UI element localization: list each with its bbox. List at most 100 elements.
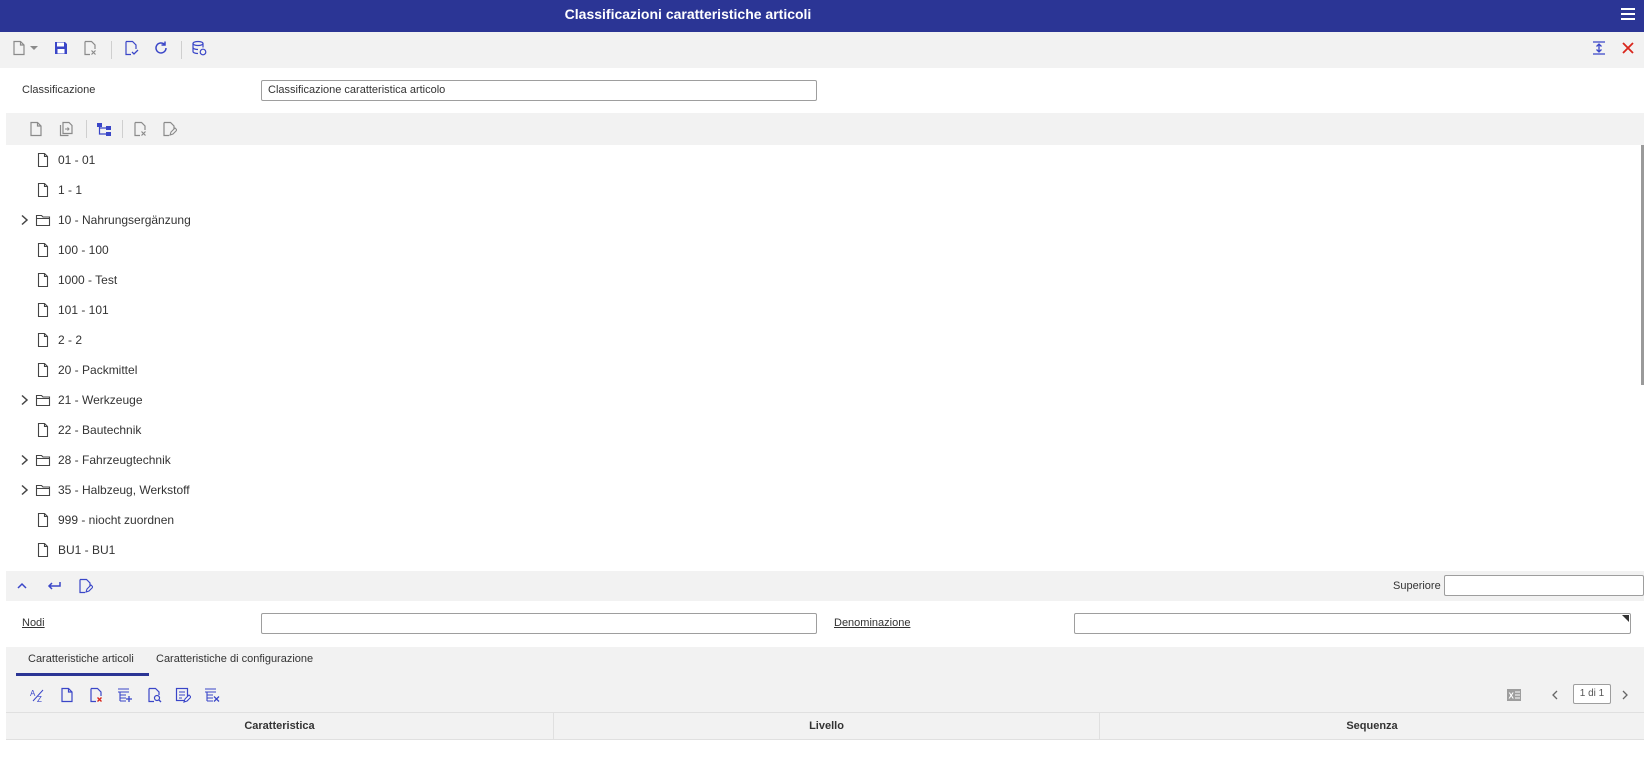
chevron-right-icon[interactable] [19, 213, 31, 227]
page-indicator: 1 di 1 [1573, 684, 1611, 704]
tree-item[interactable]: 101 - 101 [6, 295, 1626, 325]
tabs-bar: Caratteristiche articoli Caratteristiche… [6, 647, 1644, 677]
window-title: Classificazioni caratteristiche articoli [564, 6, 812, 22]
tab-item-characteristics[interactable]: Caratteristiche articoli [28, 653, 134, 665]
tree-item-label: 35 - Halbzeug, Werkstoff [58, 483, 190, 497]
new-row-icon[interactable] [57, 685, 77, 705]
tree-item[interactable]: 20 - Packmittel [6, 355, 1626, 385]
delete-node-icon[interactable] [130, 119, 150, 139]
return-icon[interactable] [44, 576, 64, 596]
chevron-right-icon[interactable] [19, 393, 31, 407]
delete-row-icon[interactable] [86, 685, 106, 705]
file-icon [35, 542, 51, 558]
file-icon [35, 242, 51, 258]
chevron-right-icon[interactable] [19, 453, 31, 467]
hamburger-menu-icon[interactable] [1620, 6, 1636, 22]
nodes-label-text: Nodi [22, 617, 45, 629]
tree-item[interactable]: 22 - Bautechnik [6, 415, 1626, 445]
tree-item[interactable]: 01 - 01 [6, 145, 1626, 175]
title-bar: Classificazioni caratteristiche articoli [0, 0, 1644, 32]
svg-text:A: A [30, 689, 36, 698]
tree-item-label: 2 - 2 [58, 333, 83, 347]
tree-item-label: 1 - 1 [58, 183, 83, 197]
name-field[interactable] [1074, 613, 1631, 634]
chevron-down-icon[interactable] [28, 38, 40, 58]
validate-icon[interactable] [121, 38, 141, 58]
save-icon[interactable] [51, 38, 71, 58]
tree-item-label: 999 - niocht zuordnen [58, 513, 175, 527]
chevron-right-icon[interactable] [19, 483, 31, 497]
chevron-left-icon[interactable] [1545, 685, 1565, 705]
folder-icon [35, 392, 51, 408]
excel-export-icon[interactable]: X [1504, 685, 1524, 705]
file-icon [35, 272, 51, 288]
tree-toolbar [6, 113, 1644, 145]
tree-item[interactable]: BU1 - BU1 [6, 535, 1626, 565]
insert-rows-icon[interactable] [115, 685, 135, 705]
column-header-characteristic[interactable]: Caratteristica [6, 713, 554, 739]
grid-header: Caratteristica Livello Sequenza [6, 712, 1644, 740]
clear-list-icon[interactable] [202, 685, 222, 705]
file-icon [35, 182, 51, 198]
tree-item[interactable]: 999 - niocht zuordnen [6, 505, 1626, 535]
search-document-icon[interactable] [144, 685, 164, 705]
database-icon[interactable] [189, 38, 209, 58]
duplicate-node-icon[interactable] [56, 119, 76, 139]
grid-body [6, 740, 1644, 765]
close-icon[interactable] [1618, 38, 1638, 58]
parent-field[interactable] [1444, 575, 1644, 596]
tree-item[interactable]: 1 - 1 [6, 175, 1626, 205]
edit-document-icon[interactable] [75, 576, 95, 596]
tree-item-label: 01 - 01 [58, 153, 96, 167]
tab-configuration-characteristics[interactable]: Caratteristiche di configurazione [156, 653, 313, 665]
tree-item[interactable]: 2 - 2 [6, 325, 1626, 355]
expand-vertical-icon[interactable] [1589, 38, 1609, 58]
classification-field[interactable]: Classificazione caratteristica articolo [261, 80, 817, 101]
folder-icon [35, 212, 51, 228]
file-icon [35, 302, 51, 318]
node-form: Nodi Denominazione [0, 601, 1644, 647]
tree-item-label: 28 - Fahrzeugtechnik [58, 453, 171, 467]
name-label: Denominazione [834, 617, 910, 629]
grid-toolbar: AZ X 1 di 1 [6, 677, 1644, 712]
classification-label: Classificazione [22, 84, 96, 96]
edit-list-icon[interactable] [173, 685, 193, 705]
column-header-level[interactable]: Livello [554, 713, 1100, 739]
tree-item-label: 101 - 101 [58, 303, 109, 317]
discard-icon[interactable] [80, 38, 100, 58]
column-header-sequence[interactable]: Sequenza [1100, 713, 1644, 739]
nodes-field[interactable] [261, 613, 817, 634]
parent-label: Superiore [1393, 580, 1441, 592]
active-tab-indicator [16, 673, 149, 676]
file-icon [35, 422, 51, 438]
edit-node-icon[interactable] [159, 119, 179, 139]
file-icon [35, 512, 51, 528]
folder-icon [35, 452, 51, 468]
file-icon [35, 362, 51, 378]
new-node-icon[interactable] [26, 119, 46, 139]
tree-item[interactable]: 35 - Halbzeug, Werkstoff [6, 475, 1626, 505]
tree-item[interactable]: 1000 - Test [6, 265, 1626, 295]
tree-item-label: 20 - Packmittel [58, 363, 138, 377]
hierarchy-icon[interactable] [94, 119, 114, 139]
file-icon [35, 332, 51, 348]
tree-item[interactable]: 10 - Nahrungsergänzung [6, 205, 1626, 235]
tree-item[interactable]: 28 - Fahrzeugtechnik [6, 445, 1626, 475]
name-label-text: Denominazione [834, 617, 911, 629]
tree-item[interactable]: 100 - 100 [6, 235, 1626, 265]
tree-item[interactable]: 21 - Werkzeuge [6, 385, 1626, 415]
classification-row: Classificazione Classificazione caratter… [0, 68, 1644, 113]
refresh-icon[interactable] [151, 38, 171, 58]
new-document-icon[interactable] [9, 38, 29, 58]
chevron-up-icon[interactable] [12, 576, 32, 596]
tree-item-label: 1000 - Test [58, 273, 118, 287]
sort-az-icon[interactable]: AZ [28, 685, 48, 705]
chevron-right-icon[interactable] [1615, 685, 1635, 705]
main-toolbar [0, 32, 1644, 68]
nodes-label: Nodi [22, 617, 45, 629]
tree-item-label: 10 - Nahrungsergänzung [58, 213, 191, 227]
svg-text:X: X [1509, 692, 1515, 701]
tree-item-label: 21 - Werkzeuge [58, 393, 143, 407]
file-icon [35, 152, 51, 168]
tree-navigation-bar: Superiore [6, 571, 1644, 601]
